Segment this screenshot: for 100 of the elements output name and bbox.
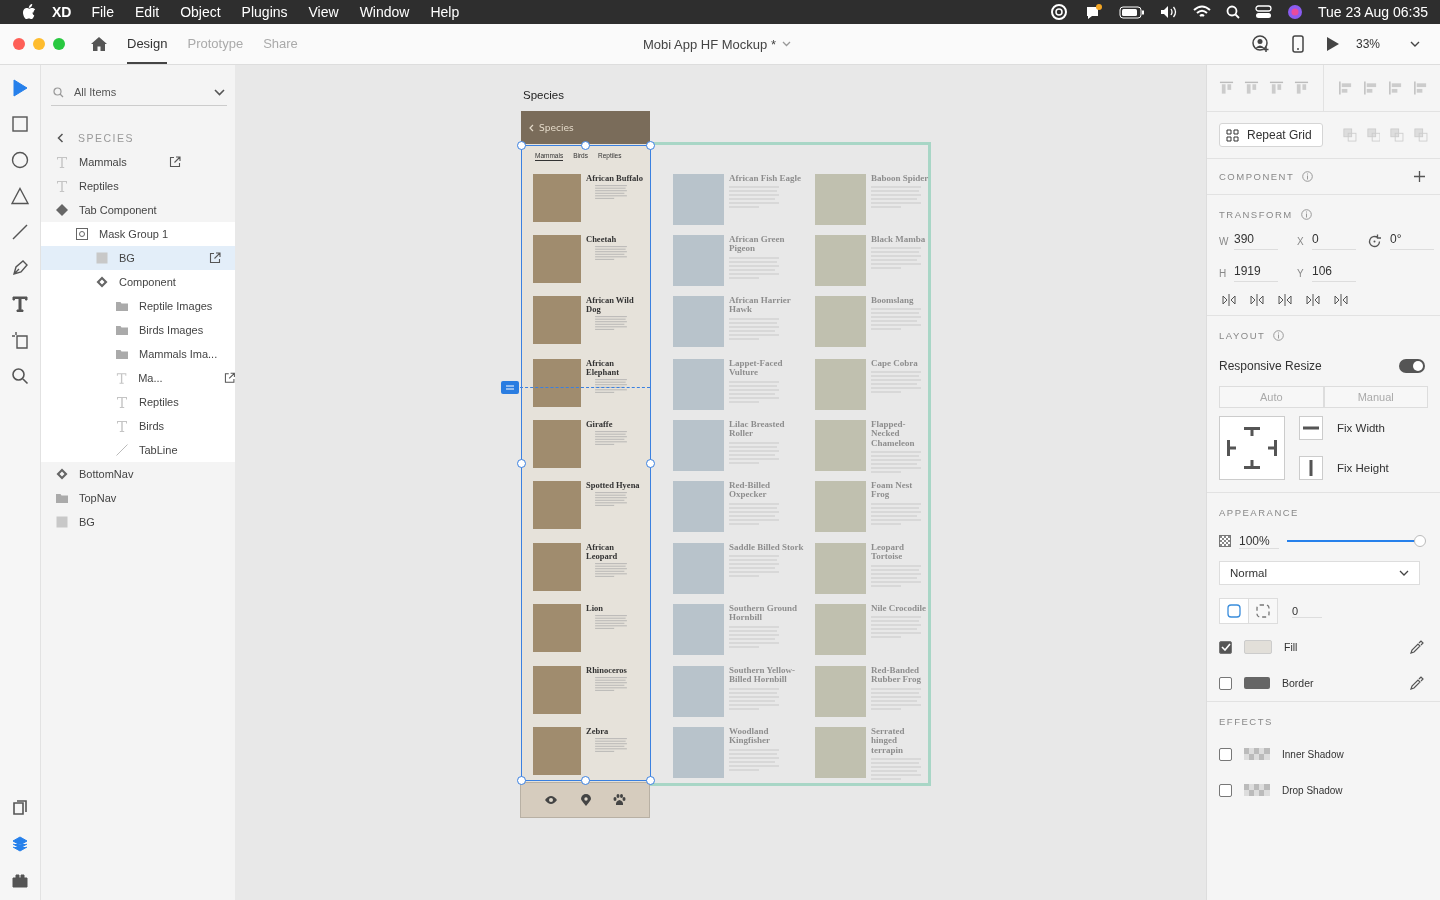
artboard-tool-icon[interactable] bbox=[11, 331, 29, 349]
siri-icon[interactable] bbox=[1286, 4, 1303, 20]
menu-item[interactable]: Window bbox=[359, 4, 410, 20]
flip-icon[interactable] bbox=[1250, 293, 1264, 307]
paw-icon[interactable] bbox=[613, 794, 627, 806]
layer-row[interactable]: Component bbox=[41, 270, 235, 294]
search-icon[interactable] bbox=[1225, 5, 1240, 19]
transform-field[interactable]: 0 bbox=[1312, 232, 1356, 250]
checkbox[interactable] bbox=[1219, 747, 1232, 761]
plugins-panel-icon[interactable] bbox=[12, 872, 28, 888]
external-link-icon[interactable] bbox=[223, 372, 235, 384]
menu-item[interactable]: File bbox=[91, 4, 114, 20]
layer-row[interactable]: TopNav bbox=[41, 486, 235, 510]
shadow-swatch-icon bbox=[1244, 748, 1270, 760]
pen-tool-icon[interactable] bbox=[11, 259, 29, 277]
eye-icon[interactable] bbox=[543, 795, 558, 805]
layer-row[interactable]: Birds bbox=[41, 414, 235, 438]
checkbox[interactable] bbox=[1219, 676, 1232, 690]
layer-row[interactable]: BottomNav bbox=[41, 462, 235, 486]
artboard-title[interactable]: Species bbox=[523, 89, 564, 101]
main-component-layer-icon bbox=[55, 203, 69, 217]
field-label: X bbox=[1297, 235, 1304, 247]
location-pin-icon[interactable] bbox=[580, 793, 591, 807]
eyedropper-icon[interactable] bbox=[1410, 640, 1424, 654]
photo-placeholder bbox=[673, 666, 724, 717]
line-tool-icon[interactable] bbox=[11, 223, 29, 241]
color-swatch[interactable] bbox=[1244, 640, 1272, 654]
invite-user-icon[interactable] bbox=[1251, 35, 1270, 53]
toggle-switch[interactable] bbox=[1399, 359, 1425, 373]
chevron-down-icon[interactable] bbox=[1410, 41, 1420, 47]
close-button[interactable] bbox=[13, 38, 25, 50]
slider-thumb[interactable] bbox=[1414, 535, 1426, 547]
fix-height-icon[interactable] bbox=[1299, 456, 1323, 480]
layer-row[interactable]: Reptiles bbox=[41, 390, 235, 414]
checkbox[interactable] bbox=[1219, 640, 1232, 654]
corner-radius-icon[interactable] bbox=[1220, 599, 1248, 623]
battery-icon[interactable] bbox=[1118, 5, 1145, 19]
wifi-icon[interactable] bbox=[1192, 5, 1211, 19]
select-tool-icon[interactable] bbox=[11, 79, 29, 97]
fix-width-icon[interactable] bbox=[1299, 416, 1323, 440]
ellipse-tool-icon[interactable] bbox=[11, 151, 29, 169]
rotate-icon[interactable] bbox=[1367, 233, 1382, 249]
plus-icon[interactable] bbox=[1414, 171, 1425, 182]
blend-mode-dropdown[interactable]: Normal bbox=[1219, 561, 1420, 585]
species-name: Serrated hinged terrapin bbox=[871, 727, 906, 756]
control-center-icon[interactable] bbox=[1254, 5, 1272, 19]
color-swatch[interactable] bbox=[1244, 677, 1270, 689]
checkbox[interactable] bbox=[1219, 783, 1232, 797]
external-link-icon[interactable] bbox=[169, 156, 181, 168]
menu-item[interactable]: Edit bbox=[135, 4, 160, 20]
resize-handle-icon[interactable] bbox=[501, 381, 519, 394]
document-title[interactable]: Mobi App HF Mockup * bbox=[643, 36, 776, 52]
app-menu[interactable]: XD bbox=[52, 4, 72, 20]
text-tool-icon[interactable] bbox=[11, 295, 29, 313]
zoom-tool-icon[interactable] bbox=[11, 367, 29, 385]
layer-row[interactable]: Ma... bbox=[41, 366, 235, 390]
layer-row[interactable]: Mammals bbox=[41, 150, 235, 174]
home-icon[interactable] bbox=[90, 36, 108, 52]
volume-icon[interactable] bbox=[1159, 5, 1178, 19]
constraints-drawing[interactable] bbox=[1219, 416, 1285, 480]
photo-placeholder bbox=[815, 359, 866, 410]
corner-radius-field[interactable]: 0 bbox=[1292, 604, 1322, 618]
menu-item[interactable]: View bbox=[308, 4, 339, 20]
mobile-preview-icon[interactable] bbox=[1291, 35, 1304, 53]
layer-row[interactable]: TabLine bbox=[41, 438, 235, 462]
repeat-grid-button[interactable]: Repeat Grid bbox=[1219, 123, 1323, 147]
play-icon[interactable] bbox=[1325, 36, 1340, 52]
eyedropper-icon[interactable] bbox=[1410, 676, 1424, 690]
layer-row[interactable]: BG bbox=[41, 246, 235, 270]
flip-icon[interactable] bbox=[1334, 293, 1348, 307]
rectangle-tool-icon[interactable] bbox=[11, 115, 29, 133]
assets-panel-icon[interactable] bbox=[12, 800, 28, 816]
apple-logo-icon[interactable] bbox=[22, 4, 36, 20]
transform-field[interactable]: 1919 bbox=[1234, 264, 1278, 282]
back-chevron-icon[interactable] bbox=[57, 133, 64, 143]
layer-row[interactable]: Birds Images bbox=[41, 318, 235, 342]
flip-icon[interactable] bbox=[1278, 293, 1292, 307]
rotation-field[interactable]: 0° bbox=[1390, 232, 1434, 250]
zoom-level[interactable]: 33% bbox=[1355, 37, 1380, 51]
layer-row[interactable]: Mask Group 1 bbox=[41, 222, 235, 246]
layer-row[interactable]: Mammals Ima... bbox=[41, 342, 235, 366]
layer-row[interactable]: Reptile Images bbox=[41, 294, 235, 318]
flip-icon[interactable] bbox=[1222, 293, 1236, 307]
triangle-tool-icon[interactable] bbox=[11, 187, 29, 205]
external-link-icon[interactable] bbox=[209, 252, 221, 264]
layer-filter-dropdown[interactable]: All Items bbox=[51, 79, 227, 106]
layer-row[interactable]: Reptiles bbox=[41, 174, 235, 198]
layer-row[interactable]: Tab Component bbox=[41, 198, 235, 222]
clock[interactable]: Tue 23 Aug 06:35 bbox=[1317, 4, 1428, 20]
menu-item[interactable]: Plugins bbox=[241, 4, 288, 20]
opacity-field[interactable]: 100% bbox=[1239, 533, 1279, 549]
photo-placeholder bbox=[533, 727, 581, 775]
layers-panel-icon[interactable] bbox=[12, 836, 28, 852]
menu-item[interactable]: Object bbox=[180, 4, 221, 20]
setting-label: Border bbox=[1282, 677, 1315, 689]
flip-icon[interactable] bbox=[1306, 293, 1320, 307]
menu-item[interactable]: Help bbox=[430, 4, 460, 20]
transform-field[interactable]: 390 bbox=[1234, 232, 1278, 250]
layer-row[interactable]: BG bbox=[41, 510, 235, 534]
transform-field[interactable]: 106 bbox=[1312, 264, 1356, 282]
